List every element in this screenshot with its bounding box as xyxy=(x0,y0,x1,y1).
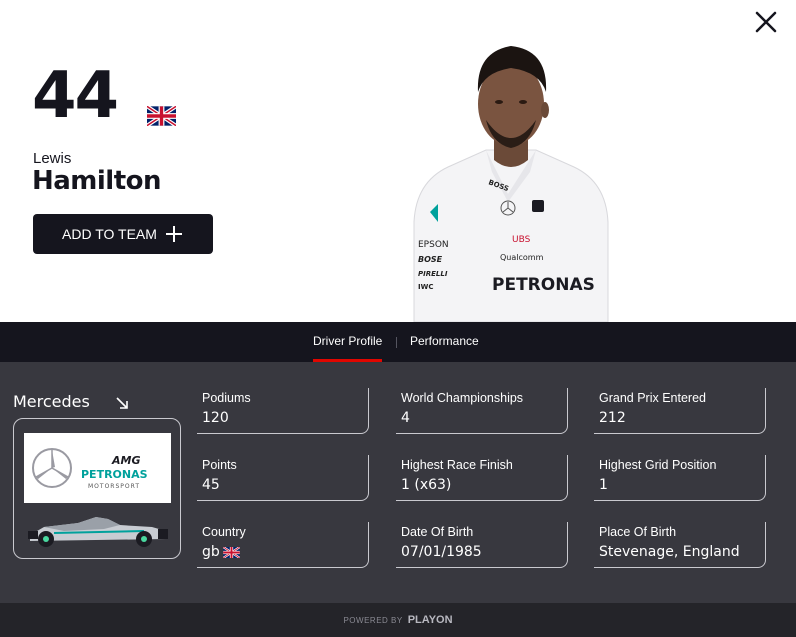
logo-motorsport-text: MOTORSPORT xyxy=(88,483,140,490)
suit-sponsor-petronas: PETRONAS xyxy=(492,275,595,295)
stat-world-championships: World Championships 4 xyxy=(396,388,568,434)
profile-tabs: Driver Profile Performance xyxy=(0,322,796,362)
logo-petronas-text: PETRONAS xyxy=(81,468,148,481)
driver-hero: 44 Lewis Hamilton ADD TO TEAM BOSS EPSON… xyxy=(0,0,796,322)
close-button[interactable] xyxy=(750,6,782,38)
stat-date-of-birth: Date Of Birth 07/01/1985 xyxy=(396,522,568,568)
driver-stats-panel: Mercedes AMG PETRONAS MOTORSPORT Podiums xyxy=(0,362,796,603)
stat-value: 212 xyxy=(599,410,626,426)
plus-icon xyxy=(165,226,182,242)
team-car-image xyxy=(28,517,168,547)
stat-value: 120 xyxy=(202,410,229,426)
driver-last-name: Hamilton xyxy=(32,166,162,196)
stat-value: 4 xyxy=(401,410,410,426)
stat-highest-grid-position: Highest Grid Position 1 xyxy=(594,455,766,501)
suit-sponsor-qualcomm: Qualcomm xyxy=(500,253,544,262)
stat-value: 1 (x63) xyxy=(401,477,452,493)
stat-value: gb xyxy=(202,544,240,560)
stat-grand-prix-entered: Grand Prix Entered 212 xyxy=(594,388,766,434)
tab-performance[interactable]: Performance xyxy=(410,322,479,362)
stat-value: 07/01/1985 xyxy=(401,544,482,560)
uk-flag-icon xyxy=(222,547,240,558)
suit-sponsor-epson: EPSON xyxy=(418,240,449,250)
footer: POWERED BY PLAYON xyxy=(0,603,796,637)
stat-label: Points xyxy=(202,458,237,472)
driver-first-name: Lewis xyxy=(33,150,72,167)
stat-podiums: Podiums 120 xyxy=(197,388,369,434)
suit-sponsor-iwc: IWC xyxy=(418,283,433,291)
suit-sponsor-bose: BOSE xyxy=(418,255,443,264)
add-to-team-label: ADD TO TEAM xyxy=(62,226,157,242)
team-name-link[interactable]: Mercedes xyxy=(13,392,90,411)
tab-driver-profile[interactable]: Driver Profile xyxy=(313,322,383,362)
driver-number: 44 xyxy=(32,59,119,133)
arrow-down-right-icon xyxy=(116,397,128,409)
stat-highest-race-finish: Highest Race Finish 1 (x63) xyxy=(396,455,568,501)
stat-label: Highest Race Finish xyxy=(401,458,513,472)
stat-value: 1 xyxy=(599,477,608,493)
stat-country: Country gb xyxy=(197,522,369,568)
country-code: gb xyxy=(202,544,220,560)
add-to-team-button[interactable]: ADD TO TEAM xyxy=(33,214,213,254)
team-card[interactable]: AMG PETRONAS MOTORSPORT xyxy=(13,418,181,559)
playon-brand[interactable]: PLAYON xyxy=(408,614,453,626)
stat-label: Podiums xyxy=(202,391,251,405)
suit-sponsor-ubs: UBS xyxy=(512,235,531,245)
stat-label: Date Of Birth xyxy=(401,525,474,539)
logo-amg-text: AMG xyxy=(111,454,141,467)
uk-flag-icon xyxy=(147,106,176,126)
stat-label: Country xyxy=(202,525,246,539)
stat-label: Place Of Birth xyxy=(599,525,677,539)
stat-label: Grand Prix Entered xyxy=(599,391,706,405)
stat-value: Stevenage, England xyxy=(599,544,740,560)
powered-by-text: POWERED BY xyxy=(343,615,403,625)
mercedes-amg-petronas-logo: AMG PETRONAS MOTORSPORT xyxy=(24,433,171,503)
stat-value: 45 xyxy=(202,477,220,493)
stat-label: Highest Grid Position xyxy=(599,458,717,472)
stat-label: World Championships xyxy=(401,391,524,405)
driver-portrait: BOSS EPSON BOSE PIRELLI IWC UBS Qualcomm… xyxy=(413,46,609,322)
stat-points: Points 45 xyxy=(197,455,369,501)
suit-sponsor-pirelli: PIRELLI xyxy=(418,270,448,278)
tab-divider xyxy=(396,337,397,348)
close-icon xyxy=(755,11,777,33)
stat-place-of-birth: Place Of Birth Stevenage, England xyxy=(594,522,766,568)
